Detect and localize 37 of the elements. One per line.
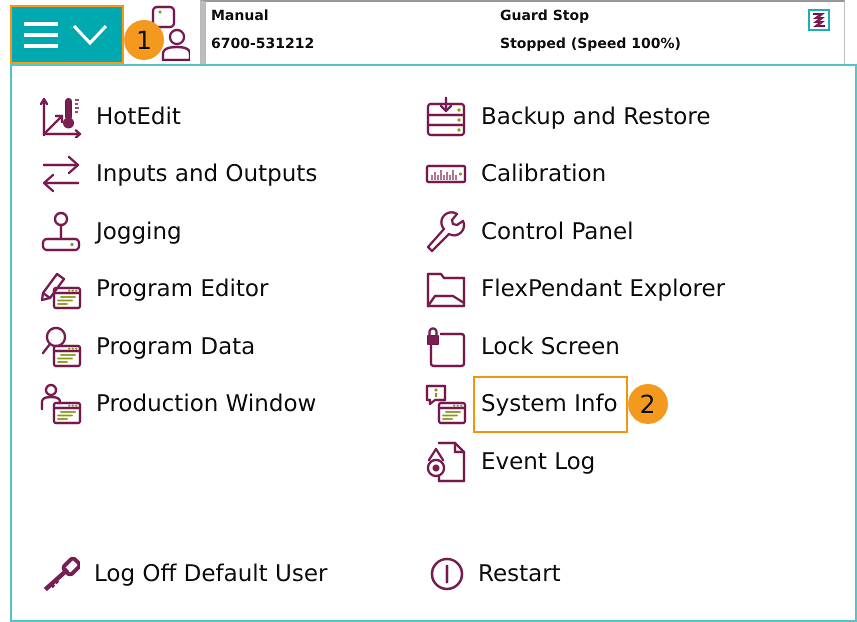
menu-item[interactable]: Log Off Default User	[40, 549, 328, 600]
status-detail: 6700-531212	[211, 35, 316, 54]
user-chat-icon[interactable]	[150, 5, 190, 61]
menu-item[interactable]: Backup and Restore	[425, 88, 720, 146]
menu-item[interactable]: Program Data	[40, 318, 266, 376]
step-badge: 2	[628, 384, 668, 424]
menu-icon	[24, 22, 58, 48]
power-icon	[430, 557, 464, 592]
status-title: Manual	[211, 7, 270, 26]
chevron-down-icon	[72, 24, 108, 46]
zigzag-status-icon	[808, 9, 830, 31]
magnifier-window-icon	[40, 326, 82, 368]
menu-item[interactable]: HotEdit	[40, 88, 191, 146]
padlock-frame-icon	[425, 326, 467, 368]
key-icon	[44, 557, 80, 592]
person-window-icon	[40, 383, 82, 426]
menu-item[interactable]: FlexPendant Explorer	[425, 260, 736, 318]
menu-item[interactable]: Production Window	[40, 376, 326, 433]
menu-item[interactable]: Inputs and Outputs	[40, 146, 328, 203]
menu-item[interactable]: System Info	[425, 376, 628, 433]
menu-item[interactable]: Jogging	[40, 203, 192, 260]
tray-download-icon	[425, 96, 467, 138]
document-seal-icon	[425, 440, 467, 483]
menu-item[interactable]: Lock Screen	[425, 318, 630, 376]
step-badge: 1	[124, 20, 164, 60]
status-title: Guard Stop	[500, 7, 590, 26]
menu-item[interactable]: Event Log	[425, 433, 606, 490]
menu-item[interactable]: Calibration	[425, 146, 616, 203]
menu-button[interactable]	[10, 5, 124, 64]
status-detail: Stopped (Speed 100%)	[500, 35, 681, 54]
menu-item[interactable]: Control Panel	[425, 203, 644, 260]
menu-item[interactable]: Restart	[425, 549, 561, 600]
wrench-icon	[425, 210, 467, 253]
info-window-icon	[425, 383, 467, 426]
menu-item[interactable]: Program Editor	[40, 260, 278, 318]
joystick-icon	[40, 210, 82, 253]
thermometer-chart-icon	[40, 96, 82, 138]
